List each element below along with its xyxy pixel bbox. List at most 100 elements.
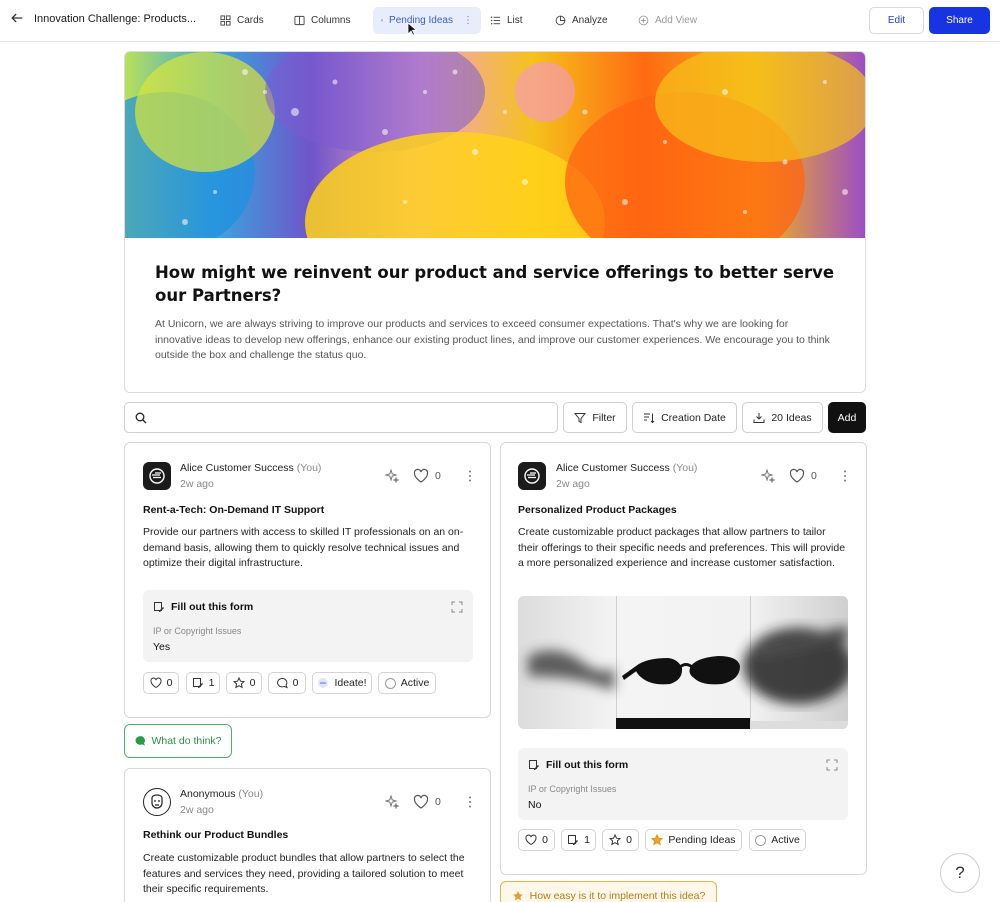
form-section: Fill out this form IP or Copyright Issue… [518, 748, 848, 820]
idea-body: Create customizable product packages tha… [518, 526, 846, 569]
form-section: Fill out this form IP or Copyright Issue… [143, 590, 473, 662]
search-input[interactable] [155, 409, 545, 427]
tab-label: Add View [655, 15, 698, 26]
more-options-icon[interactable] [463, 795, 477, 809]
heart-icon [525, 834, 537, 846]
brand-logo-icon [524, 468, 540, 484]
sort-button[interactable]: Creation Date [632, 402, 737, 433]
star-icon [609, 834, 622, 846]
form-field-value: No [528, 799, 542, 811]
add-idea-button[interactable]: Add [828, 402, 866, 433]
brand-logo-icon [149, 468, 165, 484]
form-field-label: IP or Copyright Issues [153, 626, 242, 636]
pie-chart-icon [555, 15, 566, 26]
status-dot-icon [755, 834, 767, 846]
challenge-description: At Unicorn, we are always striving to im… [155, 318, 830, 361]
like-count: 0 [435, 470, 441, 482]
chip-likes[interactable]: 0 [143, 672, 179, 694]
tab-label: Columns [311, 15, 351, 26]
form-icon [568, 835, 579, 845]
idea-title: Rent-a-Tech: On-Demand IT Support [143, 504, 325, 516]
form-icon [529, 760, 539, 770]
filter-button[interactable]: Filter [563, 402, 627, 433]
idea-card[interactable]: Alice Customer Success (You) 2w ago 0 Re… [124, 442, 491, 718]
mouse-cursor-icon [407, 22, 417, 36]
ideas-count-label: 20 Ideas [771, 411, 812, 424]
tab-label: Pending Ideas [389, 15, 453, 26]
post-time: 2w ago [180, 478, 214, 490]
chip-status[interactable]: Active [378, 672, 436, 694]
like-button[interactable]: 0 [789, 468, 817, 484]
star-filled-icon [651, 834, 664, 846]
sort-icon [644, 413, 655, 423]
form-icon [154, 602, 164, 612]
idea-card[interactable]: Alice Customer Success (You) 2w ago 0 Pe… [500, 442, 867, 875]
chip-forms[interactable]: 1 [561, 829, 596, 851]
form-header: Fill out this form [153, 601, 253, 613]
expand-icon[interactable] [826, 759, 838, 771]
heart-icon [789, 468, 805, 483]
chip-stage[interactable]: Ideate! [312, 672, 372, 694]
form-header: Fill out this form [528, 759, 628, 771]
ai-sparkle-icon[interactable] [385, 795, 399, 809]
idea-title: Personalized Product Packages [518, 504, 677, 516]
idea-title: Rethink our Product Bundles [143, 829, 289, 841]
chip-forms[interactable]: 1 [186, 672, 220, 694]
post-time: 2w ago [556, 478, 590, 490]
like-button[interactable]: 0 [413, 468, 441, 484]
tab-add-view[interactable]: Add View [630, 7, 705, 34]
avatar [143, 462, 171, 490]
plus-circle-icon [638, 15, 649, 26]
columns-icon [294, 15, 305, 26]
tab-list[interactable]: List [482, 7, 531, 34]
heart-icon [413, 468, 429, 483]
search-icon [135, 412, 147, 424]
ai-sparkle-icon[interactable] [385, 469, 399, 483]
form-field-label: IP or Copyright Issues [528, 784, 617, 794]
chip-stars[interactable]: 0 [226, 672, 262, 694]
chip-stars[interactable]: 0 [602, 829, 639, 851]
edit-button[interactable]: Edit [869, 7, 924, 34]
tab-analyze[interactable]: Analyze [547, 7, 616, 34]
page-title: Innovation Challenge: Products... [34, 13, 197, 25]
comment-icon [276, 678, 288, 689]
comment-prompt-button[interactable]: What do think? [124, 724, 232, 758]
list-icon [490, 16, 501, 25]
help-button[interactable]: ? [940, 853, 980, 893]
sort-label: Creation Date [661, 411, 726, 424]
more-options-icon[interactable] [838, 469, 852, 483]
filter-label: Filter [592, 411, 616, 424]
tab-pending-ideas[interactable]: Pending Ideas ⋮ [373, 7, 481, 34]
share-button[interactable]: Share [929, 7, 990, 34]
chip-likes[interactable]: 0 [518, 829, 555, 851]
more-options-icon[interactable] [463, 469, 477, 483]
author-name: Anonymous (You) [180, 788, 264, 800]
search-box[interactable] [124, 402, 558, 433]
question-prompt-button[interactable]: How easy is it to implement this idea? [500, 881, 717, 902]
ai-sparkle-icon[interactable] [761, 469, 775, 483]
star-filled-icon [512, 891, 523, 901]
chip-stage[interactable]: Pending Ideas [645, 829, 742, 851]
like-button[interactable]: 0 [413, 794, 441, 810]
back-arrow-icon[interactable] [8, 11, 26, 29]
chip-comments[interactable]: 0 [268, 672, 306, 694]
sunglasses-photo [518, 596, 848, 729]
idea-body: Provide our partners with access to skil… [143, 526, 464, 569]
idea-body: Create customizable product bundles that… [143, 852, 465, 895]
tab-more-icon[interactable]: ⋮ [463, 15, 473, 26]
filter-icon [574, 412, 587, 423]
anonymous-mask-icon [151, 794, 163, 809]
tab-columns[interactable]: Columns [286, 7, 358, 34]
chip-status[interactable]: Active [749, 829, 806, 851]
ideas-count-button[interactable]: 20 Ideas [742, 402, 823, 433]
tab-label: Cards [237, 15, 264, 26]
heart-icon [150, 677, 162, 689]
idea-card[interactable]: Anonymous (You) 2w ago 0 Rethink our Pro… [124, 768, 491, 902]
author-name: Alice Customer Success (You) [180, 462, 322, 474]
avatar [518, 462, 546, 490]
challenge-card: How might we reinvent our product and se… [124, 51, 866, 393]
tab-cards[interactable]: Cards [212, 7, 272, 34]
tab-label: Analyze [572, 15, 608, 26]
challenge-heading: How might we reinvent our product and se… [155, 263, 835, 305]
expand-icon[interactable] [451, 601, 463, 613]
